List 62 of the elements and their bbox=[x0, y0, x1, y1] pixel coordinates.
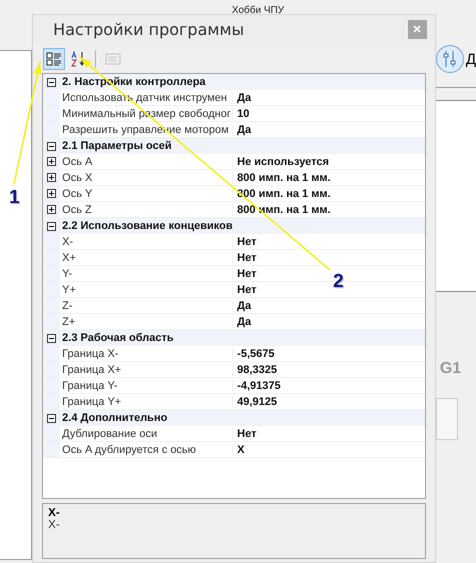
property-name[interactable]: Ось X bbox=[60, 172, 234, 184]
expand-icon[interactable] bbox=[47, 205, 56, 214]
expand-icon[interactable] bbox=[47, 173, 56, 182]
property-name[interactable]: Граница Y- bbox=[60, 380, 234, 392]
expand-icon[interactable] bbox=[47, 189, 56, 198]
collapse-icon[interactable] bbox=[47, 222, 56, 230]
description-text: X- bbox=[48, 519, 61, 531]
input-field[interactable] bbox=[436, 398, 458, 440]
collapse-icon[interactable] bbox=[47, 78, 56, 86]
property-value[interactable]: Нет bbox=[233, 236, 256, 248]
property-value[interactable]: Да bbox=[233, 92, 252, 104]
app-title: Хобби ЧПУ bbox=[230, 5, 284, 17]
callout-number: 1 bbox=[9, 188, 20, 208]
toolbar-label: Д bbox=[466, 50, 476, 68]
property-name[interactable]: Ось A bbox=[60, 156, 234, 168]
property-value[interactable]: Да bbox=[233, 300, 252, 312]
dialog-title: Настройки программы bbox=[53, 20, 244, 38]
property-value[interactable]: -4,91375 bbox=[233, 380, 281, 392]
property-name[interactable]: Ось Z bbox=[60, 204, 234, 216]
collapse-icon[interactable] bbox=[47, 334, 56, 342]
property-value[interactable]: Нет bbox=[233, 252, 256, 264]
property-name[interactable]: Граница Y+ bbox=[60, 396, 234, 408]
sliders-icon[interactable] bbox=[436, 45, 464, 73]
categories-icon bbox=[46, 51, 62, 67]
property-name[interactable]: Граница X+ bbox=[60, 364, 234, 376]
property-value[interactable]: -5,5675 bbox=[233, 348, 274, 360]
property-name[interactable]: Z+ bbox=[60, 316, 234, 328]
property-name[interactable]: Ось Y bbox=[60, 188, 234, 200]
property-name[interactable]: X+ bbox=[60, 252, 234, 264]
property-name[interactable]: Y+ bbox=[60, 284, 234, 296]
expand-icon[interactable] bbox=[47, 157, 56, 166]
property-value[interactable]: 10 bbox=[233, 108, 250, 120]
callout-number: 2 bbox=[333, 272, 344, 292]
property-value[interactable]: Да bbox=[233, 124, 252, 136]
collapse-icon[interactable] bbox=[47, 142, 56, 150]
category-title[interactable]: 2.4 Дополнительно bbox=[60, 412, 168, 424]
property-value[interactable]: Нет bbox=[233, 428, 256, 440]
property-name[interactable]: Y- bbox=[60, 268, 234, 280]
property-value[interactable]: Нет bbox=[233, 268, 256, 280]
description-title: X- bbox=[48, 507, 61, 519]
property-name[interactable]: X- bbox=[60, 236, 234, 248]
collapse-icon[interactable] bbox=[47, 414, 56, 422]
categorized-button[interactable] bbox=[43, 48, 66, 70]
property-name[interactable]: Ось A дублируется с осью bbox=[60, 444, 234, 456]
property-name[interactable]: Дублирование оси bbox=[60, 428, 234, 440]
property-name[interactable]: Граница X- bbox=[60, 348, 234, 360]
close-icon bbox=[413, 25, 422, 33]
sort-icon bbox=[70, 51, 86, 67]
gcode-label: G1 bbox=[440, 360, 462, 378]
property-value[interactable]: Не используется bbox=[233, 156, 329, 168]
property-value[interactable]: 800 имп. на 1 мм. bbox=[233, 204, 331, 216]
property-value[interactable]: Да bbox=[233, 316, 252, 328]
property-value[interactable]: 49,9125 bbox=[233, 396, 277, 408]
property-value[interactable]: Нет bbox=[233, 284, 256, 296]
category-title[interactable]: 2.3 Рабочая область bbox=[60, 332, 174, 344]
property-value[interactable]: X bbox=[233, 444, 245, 456]
pages-icon bbox=[105, 51, 122, 67]
property-name[interactable]: Z- bbox=[60, 300, 234, 312]
category-title[interactable]: 2.2 Использование концевиков bbox=[60, 220, 233, 232]
property-value[interactable]: 98,3325 bbox=[233, 364, 277, 376]
property-value[interactable]: 800 имп. на 1 мм. bbox=[233, 172, 331, 184]
category-title[interactable]: 2.1 Параметры осей bbox=[60, 140, 172, 152]
